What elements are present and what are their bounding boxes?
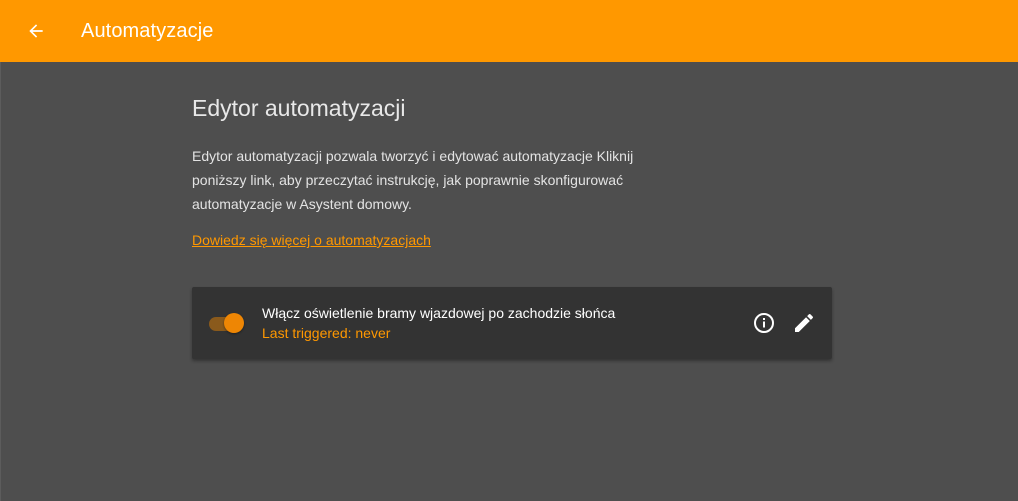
automation-card: Włącz oświetlenie bramy wjazdowej po zac… [192,287,832,359]
automation-last-triggered: Last triggered: never [262,325,391,341]
app-root: Automatyzacje Edytor automatyzacji Edyto… [0,0,1018,501]
page-title: Automatyzacje [81,20,214,42]
back-button[interactable] [18,13,54,49]
info-icon [754,313,774,333]
arrow-left-icon [29,24,43,38]
edit-button[interactable] [788,307,820,339]
info-button[interactable] [748,307,780,339]
editor-heading: Edytor automatyzacji [192,95,406,121]
automation-name: Włącz oświetlenie bramy wjazdowej po zac… [262,305,616,321]
automation-toggle[interactable] [208,312,246,334]
toggle-thumb [224,313,244,333]
left-edge-divider [0,62,1,501]
pencil-icon [795,313,814,332]
intro-text: Edytor automatyzacji pozwala tworzyć i e… [192,148,634,212]
app-toolbar: Automatyzacje [0,0,1018,62]
learn-more-link[interactable]: Dowiedz się więcej o automatyzacjach [192,230,431,250]
